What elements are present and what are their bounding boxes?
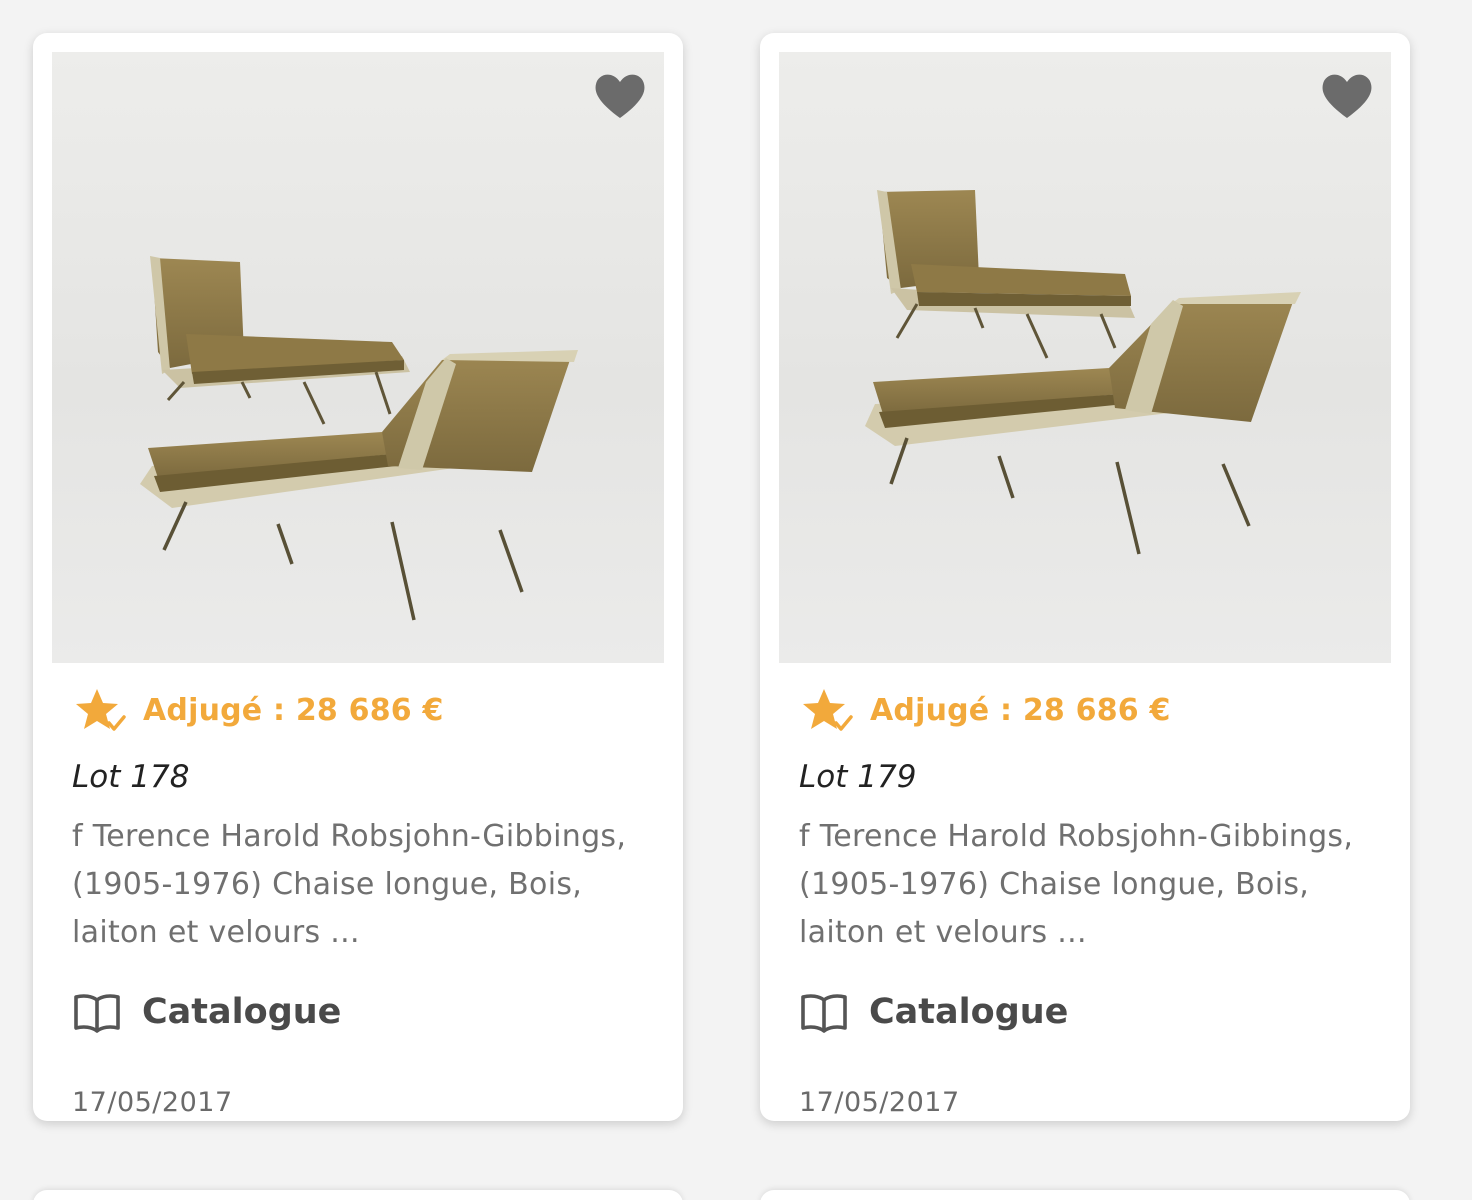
- lot-prefix: Lot: [799, 759, 858, 795]
- favorite-heart-icon[interactable]: [1319, 70, 1375, 122]
- catalogue-link[interactable]: Catalogue: [799, 991, 1068, 1033]
- lot-card-next-row[interactable]: [33, 1190, 683, 1200]
- lot-prefix: Lot: [72, 759, 131, 795]
- sale-date: 17/05/2017: [72, 1087, 233, 1118]
- book-open-icon: [801, 994, 847, 1033]
- lot-grid: Adjugé : 28 686 € Lot 178 f Terence Haro…: [0, 0, 1472, 1200]
- sold-price-row: Adjugé : 28 686 €: [800, 685, 1171, 735]
- star-check-icon: [76, 689, 126, 731]
- sold-price-row: Adjugé : 28 686 €: [73, 685, 444, 735]
- lot-number-value: 179: [857, 759, 917, 795]
- book-open-icon: [74, 994, 120, 1033]
- sold-price: Adjugé : 28 686 €: [143, 692, 444, 728]
- chaise-longue-image: [52, 52, 664, 663]
- lot-card[interactable]: Adjugé : 28 686 € Lot 178 f Terence Haro…: [33, 33, 683, 1121]
- lot-number-value: 178: [130, 759, 190, 795]
- chaise-longue-image: [779, 52, 1391, 663]
- lot-card[interactable]: Adjugé : 28 686 € Lot 179 f Terence Haro…: [760, 33, 1410, 1121]
- favorite-heart-icon[interactable]: [592, 70, 648, 122]
- lot-card-next-row[interactable]: [760, 1190, 1410, 1200]
- catalogue-label: Catalogue: [869, 992, 1069, 1032]
- star-check-icon: [803, 689, 853, 731]
- lot-description[interactable]: f Terence Harold Robsjohn-Gibbings, (190…: [72, 813, 632, 957]
- lot-number[interactable]: Lot 179: [799, 759, 916, 795]
- lot-photo[interactable]: [52, 52, 664, 663]
- catalogue-link[interactable]: Catalogue: [72, 991, 341, 1033]
- sale-date: 17/05/2017: [799, 1087, 960, 1118]
- sold-price: Adjugé : 28 686 €: [870, 692, 1171, 728]
- lot-number[interactable]: Lot 178: [72, 759, 189, 795]
- lot-description[interactable]: f Terence Harold Robsjohn-Gibbings, (190…: [799, 813, 1359, 957]
- lot-photo[interactable]: [779, 52, 1391, 663]
- catalogue-label: Catalogue: [142, 992, 342, 1032]
